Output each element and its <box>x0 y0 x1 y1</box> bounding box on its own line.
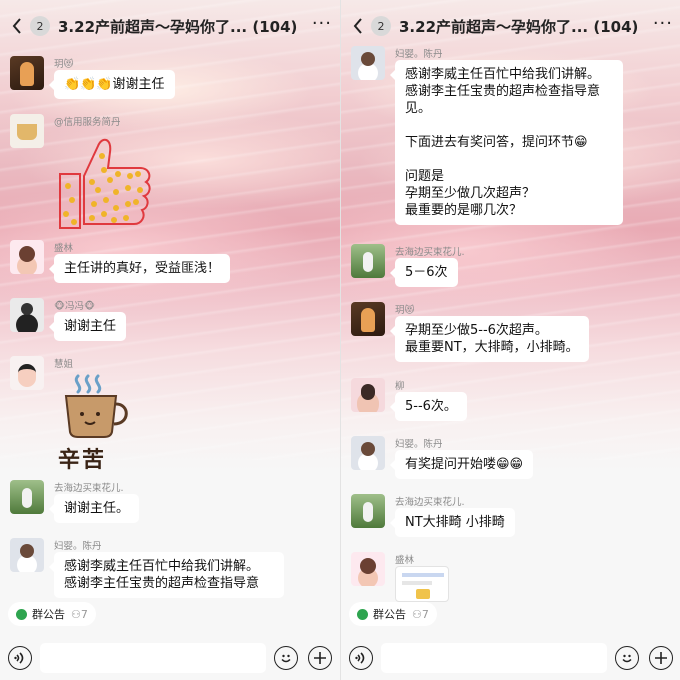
message-item: 去海边买束花儿. 5－6次 <box>351 244 465 287</box>
coffee-cup-icon <box>64 374 128 438</box>
message-item: @信用服务简丹 <box>10 114 154 230</box>
member-count: (104) <box>252 17 298 36</box>
plus-icon[interactable] <box>308 646 332 670</box>
message-item: 去海边买束花儿. NT大排畸 小排畸 <box>351 494 515 537</box>
notice-label: 群公告 <box>373 608 406 621</box>
avatar[interactable] <box>10 240 44 274</box>
megaphone-icon <box>16 608 27 620</box>
avatar[interactable] <box>10 480 44 514</box>
chat-title: 3.22产前超声～孕妈你了... (104) <box>58 17 298 36</box>
sender-name: 盛林 <box>54 243 74 254</box>
chat-screen-right: 2 3.22产前超声～孕妈你了... (104) ··· 妇婴。陈丹 感谢李威主… <box>340 0 680 680</box>
chat-header: 2 3.22产前超声～孕妈你了... (104) ··· <box>0 0 340 52</box>
message-bubble[interactable]: 孕期至少做5--6次超声。 最重要NT，大排畸，小排畸。 <box>390 316 589 362</box>
thumbs-up-sticker[interactable] <box>54 130 154 230</box>
voice-icon[interactable] <box>349 646 373 670</box>
avatar[interactable] <box>10 356 44 390</box>
sticker-caption: 辛苦 <box>58 448 107 473</box>
message-bubble[interactable]: 有奖提问开始喽😁😁 <box>389 450 534 479</box>
message-bubble[interactable]: 谢谢主任 <box>48 312 127 341</box>
more-icon[interactable]: ··· <box>653 13 673 40</box>
sender-name: 慧姐 <box>54 359 74 370</box>
message-list[interactable]: 妇婴。陈丹 感谢李威主任百忙中给我们讲解。 感谢李主任宝贵的超声检查指导意见。 … <box>341 46 680 602</box>
input-bar <box>0 636 340 680</box>
plus-icon[interactable] <box>649 646 673 670</box>
message-bubble[interactable]: 感谢李威主任百忙中给我们讲解。 感谢李主任宝贵的超声检查指导意见。 下面进去有奖… <box>390 60 623 225</box>
voice-icon[interactable] <box>8 646 32 670</box>
sender-name: 柳 <box>395 381 405 392</box>
message-bubble[interactable]: 👏👏👏谢谢主任 <box>49 70 175 99</box>
message-item: 去海边买束花儿. 谢谢主任。 <box>10 480 140 523</box>
thumbs-up-icon <box>59 138 151 229</box>
unread-badge: 2 <box>30 16 50 36</box>
chat-header: 2 3.22产前超声～孕妈你了... (104) ··· <box>341 0 680 52</box>
sender-name: 妇婴。陈丹 <box>54 541 102 552</box>
input-bar <box>341 636 680 680</box>
avatar[interactable] <box>351 552 385 586</box>
avatar[interactable] <box>351 494 385 528</box>
sender-name: 去海边买束花儿. <box>54 483 124 494</box>
message-item: 玥😻 孕期至少做5--6次超声。 最重要NT，大排畸，小排畸。 <box>351 302 589 362</box>
sender-name: 玥😻 <box>395 305 415 316</box>
message-bubble[interactable]: 5--6次。 <box>390 392 467 421</box>
message-bubble[interactable]: 主任讲的真好，受益匪浅！ <box>48 254 231 283</box>
message-item: 盛林 主任讲的真好，受益匪浅！ <box>10 240 231 283</box>
group-notice-button[interactable]: 群公告 ⚇7 <box>349 602 437 626</box>
message-bubble[interactable]: 谢谢主任。 <box>48 494 140 523</box>
emoji-icon[interactable] <box>274 646 298 670</box>
message-input[interactable] <box>40 643 266 673</box>
message-list[interactable]: 玥😻 👏👏👏谢谢主任 @信用服务简丹 盛林 主任讲的真好，受益匪浅！ 🐵冯冯🐵 … <box>0 52 340 598</box>
coffee-sticker[interactable]: 辛苦 <box>54 372 144 473</box>
unread-badge: 2 <box>371 16 391 36</box>
notice-count: 7 <box>421 607 429 621</box>
message-input[interactable] <box>381 643 607 673</box>
avatar[interactable] <box>10 114 44 148</box>
sender-name: @信用服务简丹 <box>54 117 121 128</box>
message-item: 妇婴。陈丹 感谢李威主任百忙中给我们讲解。 感谢李主任宝贵的超声检查指导意见。 … <box>351 46 623 225</box>
avatar[interactable] <box>10 538 44 572</box>
message-bubble[interactable]: 5－6次 <box>390 258 458 287</box>
members-icon: ⚇7 <box>412 607 429 621</box>
group-notice-button[interactable]: 群公告 ⚇7 <box>8 602 96 626</box>
avatar[interactable] <box>10 56 44 90</box>
message-item: 妇婴。陈丹 感谢李威主任百忙中给我们讲解。 感谢李主任宝贵的超声检查指导意 <box>10 538 284 598</box>
message-item: 🐵冯冯🐵 谢谢主任 <box>10 298 127 341</box>
message-item: 妇婴。陈丹 有奖提问开始喽😁😁 <box>351 436 534 479</box>
avatar[interactable] <box>10 298 44 332</box>
sender-name: 妇婴。陈丹 <box>395 439 443 450</box>
chat-title: 3.22产前超声～孕妈你了... (104) <box>399 17 639 36</box>
sender-name: 玥😻 <box>54 59 74 70</box>
message-item: 慧姐 辛苦 <box>10 356 144 473</box>
avatar[interactable] <box>351 302 385 336</box>
sender-name: 盛林 <box>395 555 415 566</box>
avatar[interactable] <box>351 244 385 278</box>
message-bubble[interactable]: NT大排畸 小排畸 <box>390 508 515 537</box>
message-item: 柳 5--6次。 <box>351 378 467 421</box>
message-bubble[interactable]: 感谢李威主任百忙中给我们讲解。 感谢李主任宝贵的超声检查指导意 <box>49 552 284 598</box>
notice-count: 7 <box>80 607 88 621</box>
members-icon: ⚇7 <box>71 607 88 621</box>
megaphone-icon <box>357 608 368 620</box>
back-icon[interactable] <box>8 14 26 38</box>
sender-name: 去海边买束花儿. <box>395 497 465 508</box>
message-item: 玥😻 👏👏👏谢谢主任 <box>10 56 175 99</box>
emoji-icon[interactable] <box>615 646 639 670</box>
avatar[interactable] <box>351 378 385 412</box>
avatar[interactable] <box>351 436 385 470</box>
chat-screen-left: 2 3.22产前超声～孕妈你了... (104) ··· 玥😻 👏👏👏谢谢主任 … <box>0 0 340 680</box>
sender-name: 去海边买束花儿. <box>395 247 465 258</box>
sender-name: 🐵冯冯🐵 <box>54 301 95 312</box>
image-message-thumbnail[interactable] <box>395 566 449 602</box>
notice-label: 群公告 <box>32 608 65 621</box>
member-count: (104) <box>593 17 639 36</box>
message-item: 盛林 <box>351 552 449 602</box>
more-icon[interactable]: ··· <box>312 13 332 40</box>
back-icon[interactable] <box>349 14 367 38</box>
